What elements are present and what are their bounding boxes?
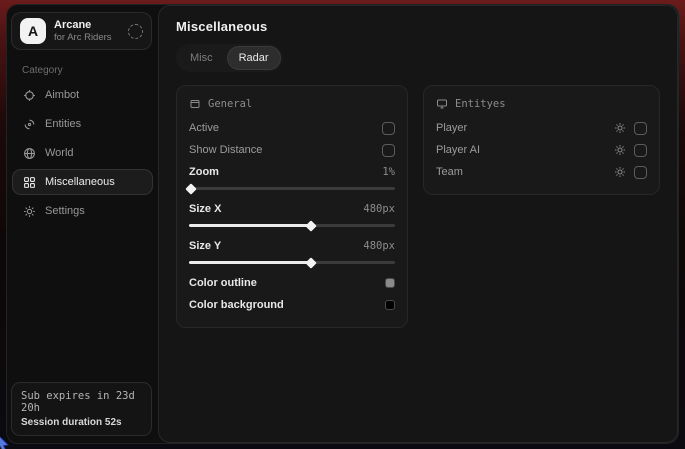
entity-row-team: Team: [436, 161, 647, 183]
setting-label: Show Distance: [189, 144, 262, 156]
zoom-slider[interactable]: [189, 187, 395, 190]
refresh-icon[interactable]: [128, 24, 143, 39]
setting-row-active: Active: [189, 117, 395, 139]
gear-icon[interactable]: [614, 166, 626, 178]
setting-label: Zoom: [189, 166, 219, 178]
entities-card-title: Entityes: [455, 98, 506, 110]
tab-bar: Misc Radar: [176, 44, 283, 72]
entity-label: Player AI: [436, 144, 480, 156]
brand-subtitle: for Arc Riders: [54, 32, 112, 43]
general-card: General Active Show Distance Zoom 1%: [176, 85, 408, 328]
active-checkbox[interactable]: [382, 122, 395, 135]
subscription-card: Sub expires in 23d 20h Session duration …: [11, 382, 152, 436]
sidebar-item-label: World: [45, 147, 74, 159]
session-duration-text: Session duration 52s: [21, 417, 142, 428]
setting-label: Color background: [189, 299, 284, 311]
slider-fill: [189, 224, 311, 227]
setting-label: Color outline: [189, 277, 257, 289]
tab-misc[interactable]: Misc: [178, 46, 225, 70]
globe-icon: [23, 147, 36, 160]
sidebar-item-world[interactable]: World: [12, 140, 153, 166]
brand-name: Arcane: [54, 19, 112, 32]
show-distance-checkbox[interactable]: [382, 144, 395, 157]
crosshair-icon: [23, 89, 36, 102]
sub-expiry-text: Sub expires in 23d 20h: [21, 390, 142, 414]
monitor-icon: [436, 98, 448, 110]
sidebar-nav: Aimbot Entities World Miscellaneous: [7, 82, 158, 224]
setting-label: Active: [189, 122, 219, 134]
page-title: Miscellaneous: [176, 19, 660, 34]
general-card-title: General: [208, 98, 252, 110]
player-ai-checkbox[interactable]: [634, 144, 647, 157]
sidebar: A Arcane for Arc Riders Category Aimbot …: [7, 5, 158, 443]
setting-label: Size X: [189, 203, 221, 215]
setting-row-color-outline: Color outline: [189, 272, 395, 294]
gear-icon[interactable]: [614, 144, 626, 156]
setting-row-color-background: Color background: [189, 294, 395, 316]
setting-row-size-y: Size Y 480px: [189, 235, 395, 257]
sidebar-item-settings[interactable]: Settings: [12, 198, 153, 224]
entity-row-player-ai: Player AI: [436, 139, 647, 161]
gear-icon[interactable]: [614, 122, 626, 134]
slider-thumb[interactable]: [305, 257, 316, 268]
category-label: Category: [22, 65, 158, 76]
entity-controls: [614, 166, 647, 179]
slider-fill: [189, 261, 311, 264]
size-x-slider[interactable]: [189, 224, 395, 227]
brand-card: A Arcane for Arc Riders: [11, 12, 152, 50]
sidebar-item-label: Settings: [45, 205, 85, 217]
slider-thumb[interactable]: [305, 220, 316, 231]
sidebar-item-miscellaneous[interactable]: Miscellaneous: [12, 169, 153, 195]
entities-card: Entityes Player Player AI: [423, 85, 660, 195]
entity-controls: [614, 144, 647, 157]
general-card-header: General: [189, 98, 395, 110]
sidebar-item-label: Aimbot: [45, 89, 79, 101]
setting-label: Size Y: [189, 240, 221, 252]
color-background-swatch[interactable]: [385, 300, 395, 310]
entities-icon: [23, 118, 36, 131]
entity-row-player: Player: [436, 117, 647, 139]
size-y-value: 480px: [363, 240, 395, 252]
tab-radar[interactable]: Radar: [227, 46, 281, 70]
entity-label: Player: [436, 122, 467, 134]
mouse-cursor: [0, 435, 13, 449]
sidebar-item-label: Miscellaneous: [45, 176, 115, 188]
brand-logo: A: [20, 18, 46, 44]
team-checkbox[interactable]: [634, 166, 647, 179]
window-icon: [189, 98, 201, 110]
setting-row-size-x: Size X 480px: [189, 198, 395, 220]
slider-thumb[interactable]: [185, 183, 196, 194]
entity-label: Team: [436, 166, 463, 178]
entity-controls: [614, 122, 647, 135]
brand-text: Arcane for Arc Riders: [54, 19, 112, 44]
setting-row-zoom: Zoom 1%: [189, 161, 395, 183]
size-x-value: 480px: [363, 203, 395, 215]
cards-row: General Active Show Distance Zoom 1%: [176, 85, 660, 328]
sidebar-item-aimbot[interactable]: Aimbot: [12, 82, 153, 108]
sidebar-item-label: Entities: [45, 118, 81, 130]
size-y-slider[interactable]: [189, 261, 395, 264]
main-panel: Miscellaneous Misc Radar General Active: [158, 5, 678, 443]
player-checkbox[interactable]: [634, 122, 647, 135]
sidebar-item-entities[interactable]: Entities: [12, 111, 153, 137]
gear-icon: [23, 205, 36, 218]
color-outline-swatch[interactable]: [385, 278, 395, 288]
setting-row-show-distance: Show Distance: [189, 139, 395, 161]
entities-card-header: Entityes: [436, 98, 647, 110]
zoom-value: 1%: [382, 166, 395, 178]
grid-icon: [23, 176, 36, 189]
app-window: A Arcane for Arc Riders Category Aimbot …: [6, 4, 679, 444]
